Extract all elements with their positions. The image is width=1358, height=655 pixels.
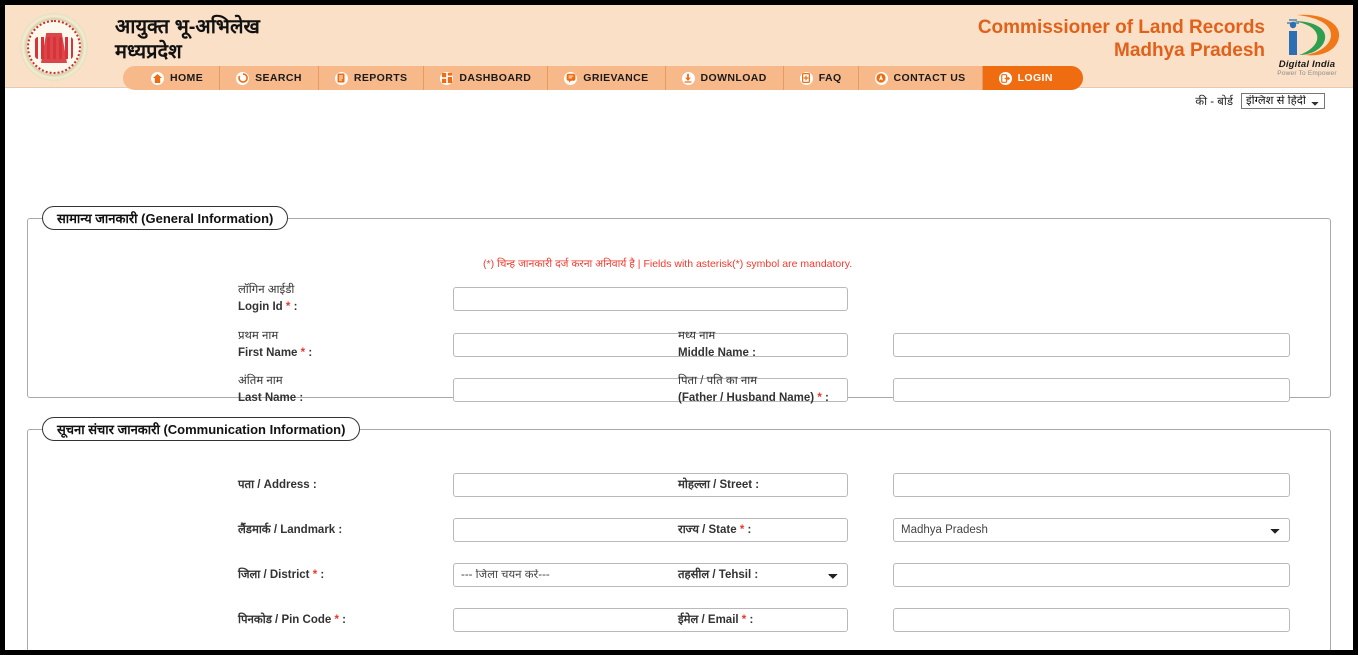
email-input[interactable] xyxy=(893,608,1290,632)
nav-item-dashboard[interactable]: DASHBOARD xyxy=(424,66,549,90)
nav-item-reports[interactable]: REPORTS xyxy=(319,66,425,90)
nav-label: GRIEVANCE xyxy=(583,72,649,84)
nav-label: DASHBOARD xyxy=(459,72,532,84)
mandatory-fields-note: (*) चिन्ह जानकारी दर्ज करना अनिवार्य है … xyxy=(483,258,853,270)
org-title-line2: Madhya Pradesh xyxy=(1114,39,1265,61)
middle-name-label-en: Middle Name : xyxy=(678,346,756,359)
faq-icon xyxy=(799,71,813,85)
nav-label: SEARCH xyxy=(255,72,302,84)
address-label: पता / Address : xyxy=(238,478,317,491)
main-navigation: HOME SEARCH REPORTS DASHBOARD GRIEVANCE … xyxy=(123,66,1083,90)
nav-label: CONTACT US xyxy=(893,72,966,84)
field-middle-name: मध्य नाम Middle Name : xyxy=(678,328,1290,361)
required-asterisk: * xyxy=(334,613,339,626)
street-label: मोहल्ला / Street : xyxy=(678,478,760,491)
home-icon xyxy=(151,71,164,85)
required-asterisk: * xyxy=(741,613,747,626)
page-frame: आयुक्त भू-अभिलेख मध्यप्रदेश Commissioner… xyxy=(5,5,1353,650)
required-asterisk: * xyxy=(739,523,745,536)
father-husband-name-label: पिता / पति का नाम (Father / Husband Name… xyxy=(678,373,893,406)
father-husband-name-input[interactable] xyxy=(893,377,1290,402)
nav-item-search[interactable]: SEARCH xyxy=(220,66,319,90)
keyboard-label: की - बोर्ड xyxy=(1195,95,1233,108)
required-asterisk: * xyxy=(312,568,318,581)
state-label: राज्य / State * : xyxy=(678,523,752,536)
report-icon xyxy=(334,71,348,85)
state-select[interactable]: Madhya Pradesh xyxy=(893,518,1290,542)
communication-information-section: सूचना संचार जानकारी (Communication Infor… xyxy=(27,417,1331,650)
digital-india-swoosh-icon xyxy=(1287,14,1340,56)
grievance-icon xyxy=(564,71,578,85)
site-header: आयुक्त भू-अभिलेख मध्यप्रदेश Commissioner… xyxy=(5,5,1353,90)
required-asterisk: * xyxy=(300,346,306,359)
nav-item-grievance[interactable]: GRIEVANCE xyxy=(548,66,666,90)
nav-label: LOGIN xyxy=(1017,72,1053,84)
nav-label: REPORTS xyxy=(353,72,408,84)
login-icon xyxy=(998,71,1012,85)
father-husband-name-label-en: (Father / Husband Name) * : xyxy=(678,391,829,404)
father-husband-name-label-hi: पिता / पति का नाम xyxy=(678,375,758,387)
contact-icon xyxy=(874,71,888,85)
field-email: ईमेल / Email * : xyxy=(678,608,1290,632)
last-name-label-en: Last Name : xyxy=(238,391,304,404)
nav-label: HOME xyxy=(170,72,204,84)
last-name-label-hi: अंतिम नाम xyxy=(238,375,283,387)
last-name-label: अंतिम नाम Last Name : xyxy=(238,373,453,406)
nav-label: DOWNLOAD xyxy=(700,72,767,84)
pin-code-label: पिनकोड / Pin Code * : xyxy=(238,613,346,626)
login-id-input[interactable] xyxy=(453,286,848,311)
middle-name-label-hi: मध्य नाम xyxy=(678,330,716,342)
organization-title: Commissioner of Land Records Madhya Prad… xyxy=(978,17,1265,63)
email-label: ईमेल / Email * : xyxy=(678,613,754,626)
nav-item-download[interactable]: DOWNLOAD xyxy=(666,66,784,90)
nav-item-home[interactable]: HOME xyxy=(123,66,221,90)
tehsil-input[interactable] xyxy=(893,563,1290,587)
first-name-label-hi: प्रथम नाम xyxy=(238,330,279,342)
district-label: जिला / District * : xyxy=(238,568,325,581)
digital-india-name: Digital India xyxy=(1278,59,1336,70)
search-icon xyxy=(236,71,250,85)
keyboard-selector-row: की - बोर्ड इंग्लिश से हिंदी xyxy=(1195,93,1325,109)
field-login-id: लॉगिन आईडी Login Id * : xyxy=(238,282,848,315)
landmark-label: लैंडमार्क / Landmark : xyxy=(238,523,343,536)
first-name-label-en: First Name * : xyxy=(238,346,313,359)
first-name-label: प्रथम नाम First Name * : xyxy=(238,328,453,361)
keyboard-language-select[interactable]: इंग्लिश से हिंदी xyxy=(1241,93,1325,109)
general-information-legend: सामान्य जानकारी (General Information) xyxy=(42,206,289,230)
street-input[interactable] xyxy=(893,473,1290,497)
login-id-label: लॉगिन आईडी Login Id * : xyxy=(238,282,453,315)
tehsil-label: तहसील / Tehsil : xyxy=(678,568,759,581)
digital-india-logo: Digital India Power To Empower xyxy=(1267,11,1347,83)
middle-name-label: मध्य नाम Middle Name : xyxy=(678,328,893,361)
mp-government-emblem xyxy=(20,13,88,81)
required-asterisk: * xyxy=(285,300,291,313)
digital-india-tagline: Power To Empower xyxy=(1277,70,1337,77)
login-id-label-en: Login Id * : xyxy=(238,300,298,313)
communication-information-legend: सूचना संचार जानकारी (Communication Infor… xyxy=(42,417,361,441)
nav-item-faq[interactable]: FAQ xyxy=(784,66,859,90)
field-father-husband-name: पिता / पति का नाम (Father / Husband Name… xyxy=(678,373,1290,406)
nav-item-contact-us[interactable]: CONTACT US xyxy=(859,66,983,90)
nav-label: FAQ xyxy=(818,72,842,84)
site-title-line1: आयुक्त भू-अभिलेख xyxy=(115,16,260,38)
required-asterisk: * xyxy=(817,391,822,404)
field-street: मोहल्ला / Street : xyxy=(678,473,1290,497)
download-icon xyxy=(681,71,695,85)
general-information-section: सामान्य जानकारी (General Information) (*… xyxy=(27,206,1331,404)
field-tehsil: तहसील / Tehsil : xyxy=(678,563,1290,587)
site-title: आयुक्त भू-अभिलेख मध्यप्रदेश xyxy=(115,15,260,65)
login-id-label-hi: लॉगिन आईडी xyxy=(238,284,295,296)
dashboard-icon xyxy=(440,71,454,85)
site-title-line2: मध्यप्रदेश xyxy=(115,41,182,63)
emblem-inner xyxy=(27,20,81,74)
field-state: राज्य / State * : Madhya Pradesh xyxy=(678,518,1290,542)
org-title-line1: Commissioner of Land Records xyxy=(977,17,1265,38)
middle-name-input[interactable] xyxy=(893,332,1290,357)
nav-item-login[interactable]: LOGIN xyxy=(982,66,1083,90)
